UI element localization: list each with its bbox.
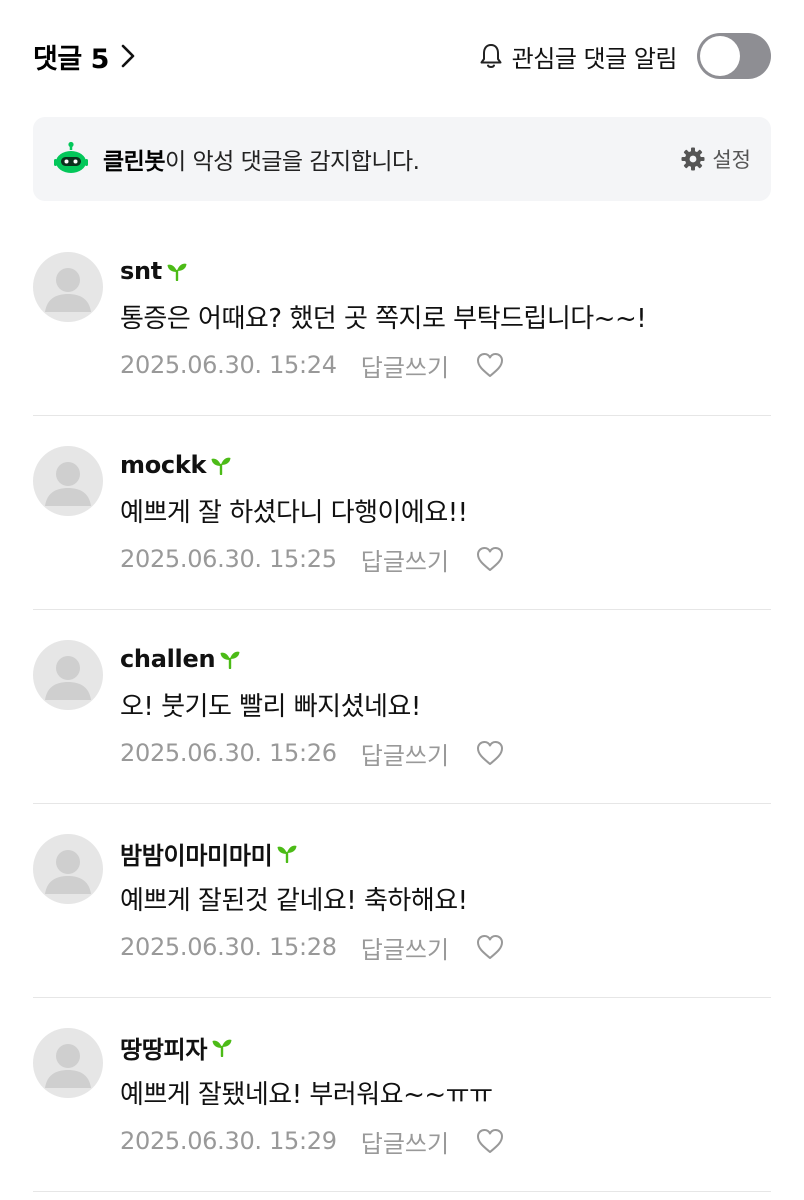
nickname[interactable]: snt [120, 257, 162, 285]
heart-icon[interactable] [475, 739, 505, 767]
sprout-icon [167, 263, 187, 281]
notify-setting: 관심글 댓글 알림 [476, 33, 771, 79]
sprout-icon [211, 457, 231, 475]
comment-meta: 2025.06.30. 15:29 답글쓰기 [120, 1124, 505, 1158]
robot-icon [54, 141, 88, 173]
comment-text: 예쁘게 잘 하셨다니 다행이에요!! [120, 498, 468, 528]
toggle-knob [700, 36, 740, 76]
nickname[interactable]: challen [120, 645, 216, 673]
comment-text: 예쁘게 잘된것 같네요! 축하해요! [120, 886, 468, 916]
comment-date: 2025.06.30. 15:29 [120, 1127, 337, 1155]
nickname[interactable]: 땅땅피자 [120, 1030, 207, 1065]
bell-icon [480, 44, 502, 68]
default-avatar-icon [45, 656, 91, 700]
default-avatar-icon [45, 268, 91, 312]
avatar[interactable] [33, 834, 103, 904]
comment-body: snt 통증은 어때요? 했던 곳 쪽지로 부탁드립니다~~! 2025.06.… [120, 252, 647, 415]
heart-icon[interactable] [475, 545, 505, 573]
cleanbot-settings-button[interactable]: 설정 [680, 144, 751, 174]
reply-button[interactable]: 답글쓰기 [361, 348, 449, 383]
nickname[interactable]: mockk [120, 451, 206, 479]
comment-date: 2025.06.30. 15:26 [120, 739, 337, 767]
avatar[interactable] [33, 640, 103, 710]
reply-button[interactable]: 답글쓰기 [361, 542, 449, 577]
nickname-row: 땅땅피자 [120, 1028, 505, 1066]
heart-icon[interactable] [475, 351, 505, 379]
comment-text: 통증은 어때요? 했던 곳 쪽지로 부탁드립니다~~! [120, 304, 647, 334]
cleanbot-banner: 클린봇이 악성 댓글을 감지합니다. 설정 [33, 117, 771, 201]
comment-body: 땅땅피자 예쁘게 잘됐네요! 부러워요~~ㅠㅠ 2025.06.30. 15:2… [120, 1028, 505, 1191]
cleanbot-name: 클린봇 [103, 149, 165, 175]
nickname-row: mockk [120, 446, 505, 484]
notify-label: 관심글 댓글 알림 [511, 44, 678, 73]
heart-icon[interactable] [475, 933, 505, 961]
sprout-icon [212, 1039, 232, 1057]
comment-body: mockk 예쁘게 잘 하셨다니 다행이에요!! 2025.06.30. 15:… [120, 446, 505, 609]
comment-item: mockk 예쁘게 잘 하셨다니 다행이에요!! 2025.06.30. 15:… [33, 416, 771, 610]
comment-item: 땅땅피자 예쁘게 잘됐네요! 부러워요~~ㅠㅠ 2025.06.30. 15:2… [33, 998, 771, 1192]
comment-date: 2025.06.30. 15:24 [120, 351, 337, 379]
comment-list: snt 통증은 어때요? 했던 곳 쪽지로 부탁드립니다~~! 2025.06.… [33, 222, 771, 1192]
comment-meta: 2025.06.30. 15:28 답글쓰기 [120, 930, 505, 964]
comment-item: challen 오! 붓기도 빨리 빠지셨네요! 2025.06.30. 15:… [33, 610, 771, 804]
comment-item: snt 통증은 어때요? 했던 곳 쪽지로 부탁드립니다~~! 2025.06.… [33, 222, 771, 416]
comment-text: 예쁘게 잘됐네요! 부러워요~~ㅠㅠ [120, 1080, 493, 1110]
comment-body: challen 오! 붓기도 빨리 빠지셨네요! 2025.06.30. 15:… [120, 640, 505, 803]
comment-meta: 2025.06.30. 15:25 답글쓰기 [120, 542, 505, 576]
comment-count-link[interactable]: 댓글 5 [33, 37, 137, 76]
avatar[interactable] [33, 446, 103, 516]
settings-label: 설정 [712, 148, 751, 172]
default-avatar-icon [45, 1044, 91, 1088]
chevron-right-icon [121, 44, 135, 68]
nickname-row: 밤밤이마미마미 [120, 834, 505, 872]
avatar[interactable] [33, 1028, 103, 1098]
reply-button[interactable]: 답글쓰기 [361, 1124, 449, 1159]
nickname[interactable]: 밤밤이마미마미 [120, 836, 273, 871]
comment-date: 2025.06.30. 15:28 [120, 933, 337, 961]
avatar[interactable] [33, 252, 103, 322]
cleanbot-message: 클린봇이 악성 댓글을 감지합니다. [103, 142, 420, 176]
gear-icon [681, 147, 705, 171]
default-avatar-icon [45, 850, 91, 894]
comment-item: 밤밤이마미마미 예쁘게 잘된것 같네요! 축하해요! 2025.06.30. 1… [33, 804, 771, 998]
cleanbot-desc: 이 악성 댓글을 감지합니다. [164, 149, 420, 175]
sprout-icon [220, 651, 240, 669]
comment-count-label: 댓글 5 [33, 43, 109, 75]
cleanbot-info: 클린봇이 악성 댓글을 감지합니다. [53, 141, 420, 177]
reply-button[interactable]: 답글쓰기 [361, 930, 449, 965]
reply-button[interactable]: 답글쓰기 [361, 736, 449, 771]
nickname-row: challen [120, 640, 505, 678]
comment-text: 오! 붓기도 빨리 빠지셨네요! [120, 692, 421, 722]
comment-meta: 2025.06.30. 15:24 답글쓰기 [120, 348, 646, 382]
notify-toggle[interactable] [697, 33, 771, 79]
comment-date: 2025.06.30. 15:25 [120, 545, 337, 573]
sprout-icon [277, 845, 297, 863]
comments-header: 댓글 5 관심글 댓글 알림 [33, 28, 771, 84]
comment-meta: 2025.06.30. 15:26 답글쓰기 [120, 736, 505, 770]
heart-icon[interactable] [475, 1127, 505, 1155]
default-avatar-icon [45, 462, 91, 506]
nickname-row: snt [120, 252, 646, 290]
comment-body: 밤밤이마미마미 예쁘게 잘된것 같네요! 축하해요! 2025.06.30. 1… [120, 834, 505, 997]
